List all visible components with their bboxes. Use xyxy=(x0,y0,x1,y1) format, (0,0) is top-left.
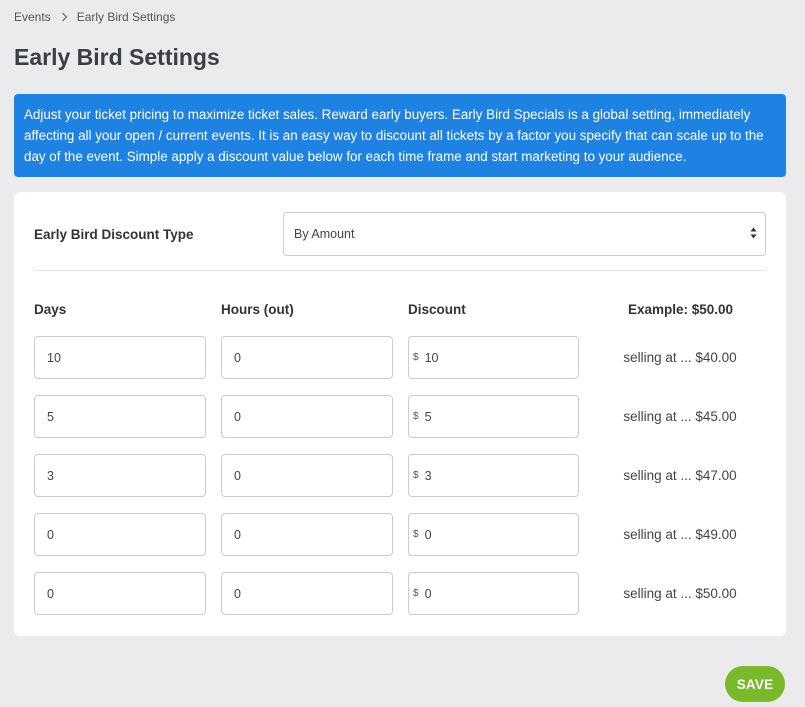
discount-type-label: Early Bird Discount Type xyxy=(34,227,194,242)
selling-price-text: selling at ... $49.00 xyxy=(623,527,737,542)
days-input[interactable]: 5 xyxy=(34,395,206,438)
currency-prefix: $ xyxy=(413,411,419,422)
column-header-example: Example: $50.00 xyxy=(628,302,734,317)
breadcrumb-current: Early Bird Settings xyxy=(76,10,176,24)
days-value: 5 xyxy=(47,409,54,424)
hours-input[interactable]: 0 xyxy=(221,513,393,556)
days-value: 0 xyxy=(47,586,54,601)
currency-prefix: $ xyxy=(413,470,419,481)
breadcrumb: Events Early Bird Settings xyxy=(14,10,175,24)
currency-prefix: $ xyxy=(413,588,419,599)
days-input[interactable]: 10 xyxy=(34,336,206,379)
chevron-right-icon xyxy=(61,12,68,22)
hours-value: 0 xyxy=(234,468,241,483)
selling-price-text: selling at ... $50.00 xyxy=(623,586,737,601)
discount-value: 0 xyxy=(424,586,432,601)
discount-type-select[interactable]: By Amount xyxy=(283,212,766,256)
hours-value: 0 xyxy=(234,527,241,542)
hours-input[interactable]: 0 xyxy=(221,336,393,379)
selling-price-text: selling at ... $40.00 xyxy=(623,350,737,365)
discount-input[interactable]: $0 xyxy=(408,572,579,615)
column-header-days: Days xyxy=(34,302,67,317)
hours-value: 0 xyxy=(234,350,241,365)
days-value: 3 xyxy=(47,468,54,483)
hours-input[interactable]: 0 xyxy=(221,454,393,497)
days-input[interactable]: 0 xyxy=(34,513,206,556)
currency-prefix: $ xyxy=(413,529,419,540)
discount-value: 0 xyxy=(424,527,432,542)
select-updown-icon xyxy=(750,226,757,240)
currency-prefix: $ xyxy=(413,352,419,363)
column-header-discount: Discount xyxy=(408,302,466,317)
hours-value: 0 xyxy=(234,409,241,424)
settings-card: Early Bird Discount Type By Amount Days … xyxy=(14,192,786,636)
days-input[interactable]: 0 xyxy=(34,572,206,615)
save-button[interactable]: SAVE xyxy=(725,666,785,702)
discount-value: 5 xyxy=(424,409,432,424)
selling-price-text: selling at ... $45.00 xyxy=(623,409,737,424)
discount-input[interactable]: $0 xyxy=(408,513,579,556)
discount-type-value: By Amount xyxy=(294,227,355,241)
hours-value: 0 xyxy=(234,586,241,601)
discount-input[interactable]: $10 xyxy=(408,336,579,379)
hours-input[interactable]: 0 xyxy=(221,395,393,438)
info-banner: Adjust your ticket pricing to maximize t… xyxy=(14,94,786,177)
days-value: 10 xyxy=(47,350,61,365)
hours-input[interactable]: 0 xyxy=(221,572,393,615)
discount-value: 3 xyxy=(424,468,432,483)
discount-value: 10 xyxy=(424,350,439,365)
discount-input[interactable]: $5 xyxy=(408,395,579,438)
discount-input[interactable]: $3 xyxy=(408,454,579,497)
selling-price-text: selling at ... $47.00 xyxy=(623,468,737,483)
divider xyxy=(34,270,766,271)
breadcrumb-events-link[interactable]: Events xyxy=(14,10,51,24)
days-input[interactable]: 3 xyxy=(34,454,206,497)
column-header-hours: Hours (out) xyxy=(221,302,294,317)
page-title: Early Bird Settings xyxy=(14,44,220,70)
days-value: 0 xyxy=(47,527,54,542)
